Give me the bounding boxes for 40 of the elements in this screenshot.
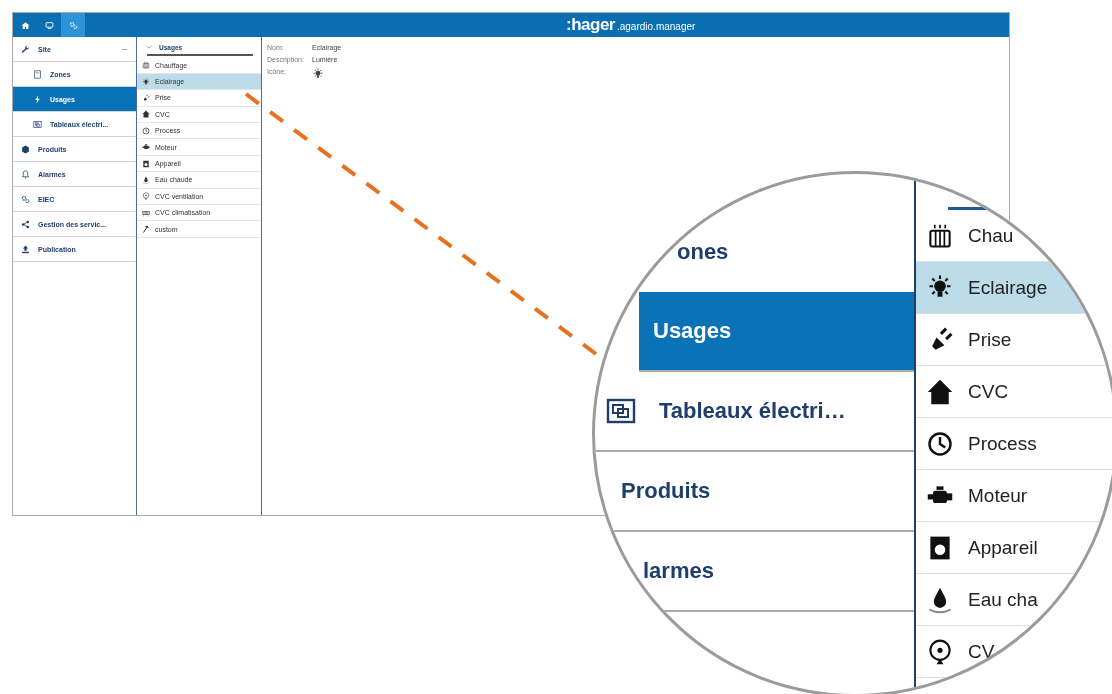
bulb-icon	[142, 77, 150, 86]
wrench-icon	[21, 44, 30, 54]
drop-icon	[142, 175, 150, 184]
washing-machine-icon	[142, 159, 150, 168]
sidebar-item[interactable]: Usages	[639, 292, 914, 372]
heater-icon	[142, 208, 150, 217]
fan-icon	[142, 192, 150, 201]
sidebar-item[interactable]: Produits	[595, 452, 914, 532]
upload-icon	[21, 244, 30, 254]
panel-icon	[33, 69, 42, 79]
chevron-down-icon[interactable]	[145, 43, 153, 51]
usage-item[interactable]: CV	[916, 626, 1112, 678]
cube-icon	[21, 144, 30, 154]
frames-icon	[33, 119, 42, 129]
usage-item[interactable]: CVC	[916, 366, 1112, 418]
bulb-icon	[312, 68, 324, 80]
brand-logo: :hager	[566, 15, 615, 35]
house-icon	[926, 377, 954, 406]
fan-icon	[926, 637, 954, 666]
share-icon	[21, 219, 30, 229]
usage-item[interactable]: Appareil	[916, 522, 1112, 574]
clock-icon	[926, 429, 954, 458]
sidebar-item[interactable]: ones	[595, 212, 914, 292]
engine-icon	[142, 143, 150, 152]
home-icon	[20, 20, 30, 30]
usage-item[interactable]: Prise	[916, 314, 1112, 366]
plug-icon	[142, 93, 150, 102]
monitor-icon	[44, 20, 54, 30]
bell-icon	[21, 169, 30, 179]
product-name: .agardio.manager	[616, 21, 696, 32]
usage-item[interactable]: Process	[916, 418, 1112, 470]
clock-icon	[142, 126, 150, 135]
hammer-icon	[142, 225, 150, 234]
house-icon	[142, 110, 150, 119]
sidebar-item[interactable]: Tableaux électri…	[595, 372, 914, 452]
sidebar-item[interactable]: larmes	[595, 532, 914, 612]
radiator-icon	[142, 61, 150, 70]
bolt-icon	[33, 94, 42, 104]
usage-item[interactable]: Eau cha	[916, 574, 1112, 626]
usage-item[interactable]: Moteur	[916, 470, 1112, 522]
